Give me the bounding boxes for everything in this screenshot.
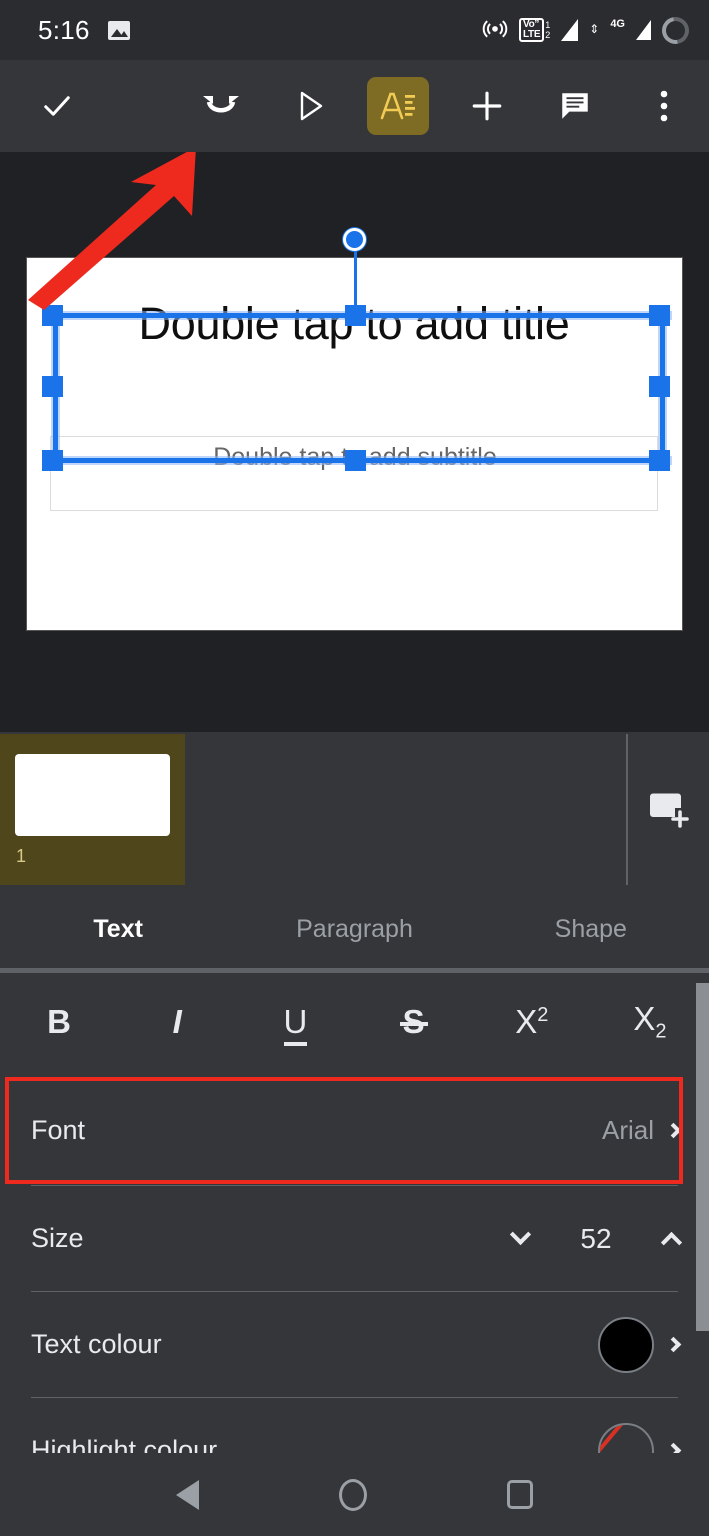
- play-icon: [300, 91, 323, 121]
- back-icon[interactable]: [176, 1479, 199, 1510]
- slide-thumbnail[interactable]: [15, 754, 170, 836]
- more-options-button[interactable]: [644, 83, 684, 129]
- slide-filmstrip: 1: [0, 730, 709, 887]
- subscript-button[interactable]: X2: [591, 1000, 709, 1044]
- panel-scrollbar[interactable]: [696, 983, 709, 1331]
- signal-bars-icon: [561, 19, 579, 41]
- volte-dual-sim-icon: Vo’’ LTE 1 2: [518, 18, 551, 42]
- sim-1-label: 1: [545, 19, 551, 30]
- resize-handle-top-right[interactable]: [649, 305, 670, 326]
- superscript-button[interactable]: X2: [473, 1003, 591, 1041]
- comment-button[interactable]: [552, 83, 598, 129]
- subtitle-placeholder-box[interactable]: Double tap to add subtitle: [50, 436, 658, 511]
- volte-line-2: LTE: [522, 29, 541, 40]
- font-label: Font: [31, 1115, 86, 1145]
- size-value: 52: [580, 1222, 612, 1254]
- status-bar: 5:16 Vo’’ LTE 1 2 ⇕ 4G: [0, 0, 709, 60]
- size-label: Size: [31, 1223, 84, 1253]
- chevron-right-icon: [665, 1442, 682, 1453]
- underline-glyph: U: [283, 1003, 308, 1046]
- resize-handle-middle-right[interactable]: [649, 376, 670, 397]
- strikethrough-button[interactable]: S: [355, 1003, 473, 1041]
- text-colour-row[interactable]: Text colour: [0, 1292, 709, 1397]
- slide-edit-area[interactable]: Double tap to add title Double tap to ad…: [0, 152, 709, 730]
- underline-button[interactable]: U: [236, 1003, 354, 1046]
- highlight-colour-swatch[interactable]: [598, 1422, 654, 1453]
- superscript-exponent: 2: [537, 1004, 549, 1026]
- resize-handle-middle-left[interactable]: [42, 376, 63, 397]
- rotation-handle[interactable]: [343, 228, 366, 251]
- status-bar-notification-icons: [107, 20, 130, 40]
- format-text-button[interactable]: [367, 77, 429, 135]
- signal-bars-2-icon: [636, 20, 651, 40]
- chevron-right-icon: [665, 1122, 682, 1139]
- italic-glyph: I: [172, 1003, 182, 1040]
- font-value: Arial: [601, 1115, 654, 1145]
- more-options-icon: [660, 90, 668, 122]
- app-toolbar: [0, 60, 709, 152]
- android-navigation-bar: [0, 1453, 709, 1536]
- add-button[interactable]: [464, 83, 510, 129]
- battery-ring-icon: [656, 11, 695, 49]
- bold-glyph: B: [47, 1003, 71, 1040]
- add-slide-icon: [649, 793, 689, 828]
- status-bar-system-icons: Vo’’ LTE 1 2 ⇕ 4G: [482, 0, 695, 60]
- filmstrip-slide-1[interactable]: 1: [0, 734, 185, 887]
- superscript-glyph: X: [515, 1003, 538, 1040]
- text-colour-label: Text colour: [31, 1329, 162, 1359]
- hotspot-icon: [482, 20, 508, 38]
- add-icon: [472, 91, 502, 121]
- resize-handle-top-left[interactable]: [42, 305, 63, 326]
- network-type-label: 4G: [610, 18, 625, 30]
- text-style-button-row: B I U S X2 X2: [0, 973, 709, 1071]
- text-format-panel: B I U S X2 X2 Font Arial Size 52 Text co…: [0, 973, 709, 1453]
- strikethrough-glyph: S: [402, 1003, 425, 1040]
- undo-redo-button[interactable]: [196, 83, 246, 129]
- sim-2-label: 2: [545, 30, 551, 40]
- text-colour-swatch[interactable]: [598, 1316, 654, 1373]
- format-tabs: Text Paragraph Shape: [0, 885, 709, 973]
- done-button[interactable]: [34, 83, 80, 129]
- phone-screen: 5:16 Vo’’ LTE 1 2 ⇕ 4G Double tap to add…: [0, 0, 709, 1536]
- comment-icon: [562, 93, 588, 119]
- resize-handle-bottom-right[interactable]: [649, 450, 670, 471]
- tab-paragraph[interactable]: Paragraph: [236, 885, 472, 973]
- tab-shape[interactable]: Shape: [473, 885, 709, 973]
- decrease-size-button[interactable]: [509, 1223, 532, 1246]
- size-row[interactable]: Size 52: [0, 1186, 709, 1291]
- status-bar-clock: 5:16: [38, 14, 90, 45]
- recents-icon[interactable]: [507, 1480, 533, 1509]
- tab-text[interactable]: Text: [0, 885, 237, 973]
- undo-redo-icon: [203, 96, 239, 113]
- font-row[interactable]: Font Arial: [0, 1078, 709, 1183]
- bold-button[interactable]: B: [0, 1003, 118, 1041]
- highlight-colour-row[interactable]: Highlight colour: [0, 1398, 709, 1453]
- slide-number-label: 1: [16, 846, 27, 866]
- home-icon[interactable]: [339, 1478, 367, 1511]
- chevron-right-icon: [665, 1336, 682, 1353]
- subscript-index: 2: [655, 1020, 667, 1043]
- increase-size-button[interactable]: [660, 1231, 683, 1254]
- resize-handle-bottom-left[interactable]: [42, 450, 63, 471]
- add-slide-button[interactable]: [626, 734, 709, 887]
- subscript-glyph: X: [633, 1000, 656, 1038]
- check-icon: [44, 96, 70, 116]
- present-button[interactable]: [288, 83, 334, 129]
- italic-button[interactable]: I: [118, 1003, 236, 1041]
- resize-handle-bottom-center[interactable]: [345, 450, 366, 471]
- highlight-colour-label: Highlight colour: [31, 1435, 218, 1453]
- rotation-stem: [354, 251, 357, 313]
- format-text-icon: [380, 92, 415, 120]
- image-icon: [107, 20, 130, 40]
- data-updown-icon: ⇕: [589, 22, 600, 36]
